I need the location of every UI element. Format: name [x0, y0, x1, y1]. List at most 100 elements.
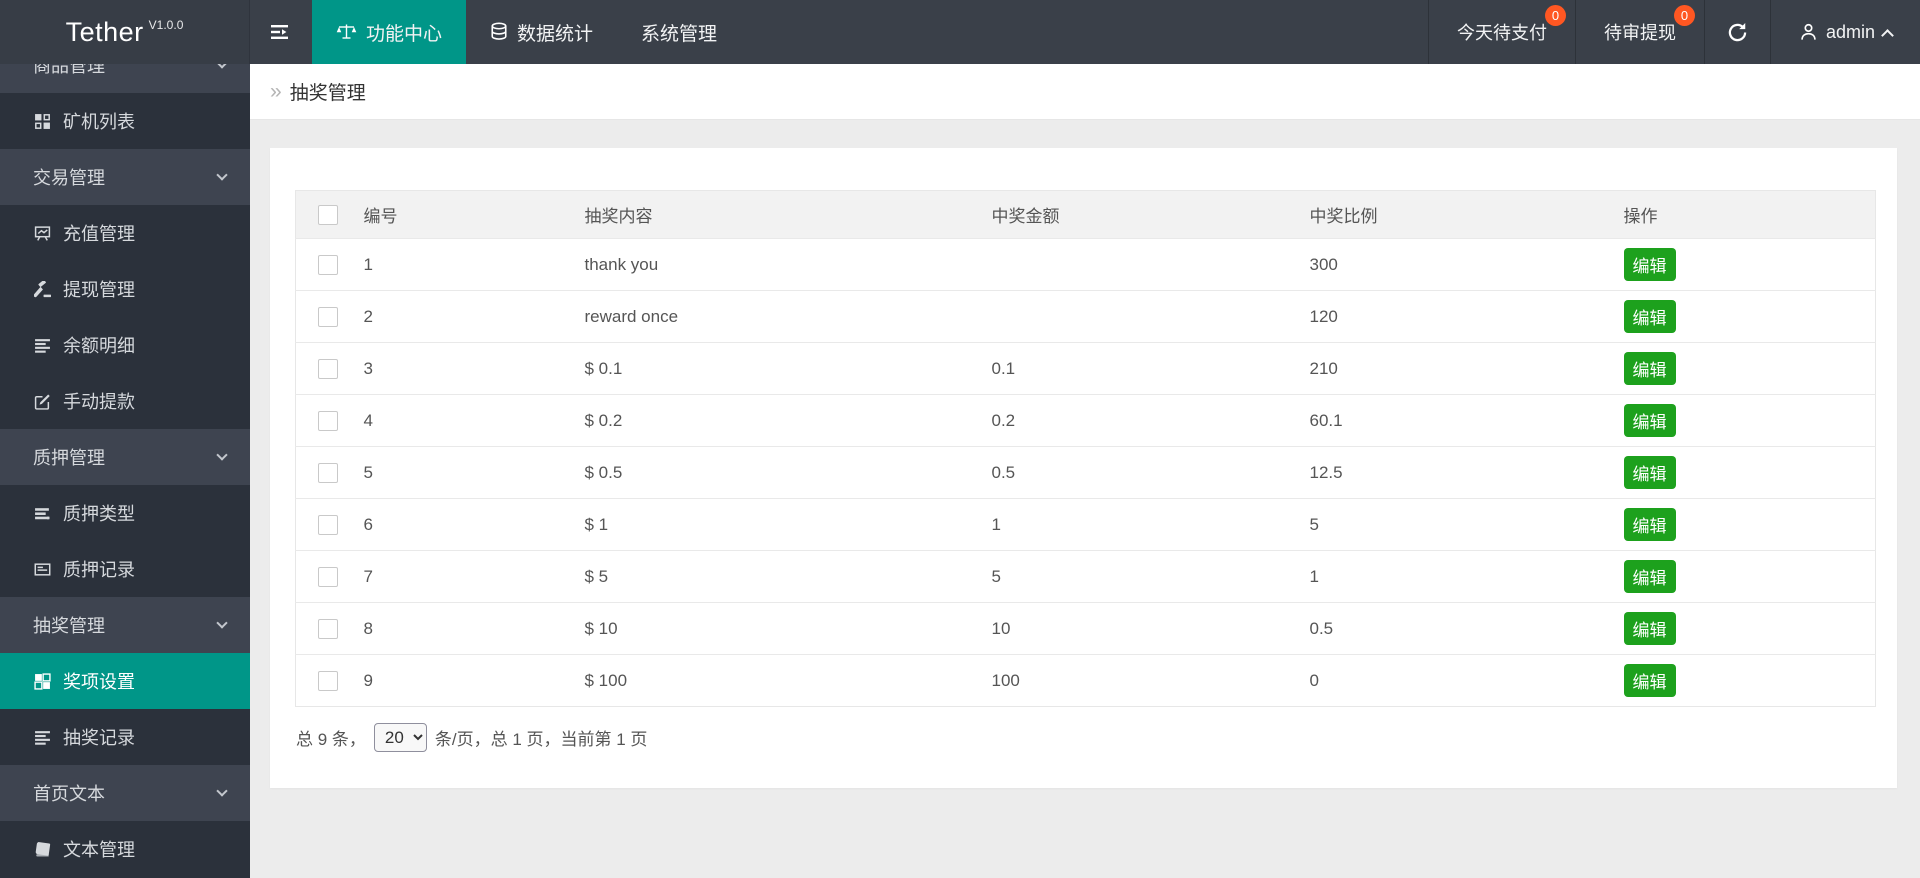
tab-data-statistics[interactable]: 数据统计: [466, 0, 617, 64]
cell-content: $ 0.5: [584, 462, 623, 482]
tab-label: 数据统计: [517, 23, 594, 45]
app-logo: Tether V1.0.0: [0, 0, 250, 64]
sidebar-item-pledge-type[interactable]: 质押类型: [0, 485, 250, 541]
sidebar-item-label: 奖项设置: [63, 672, 135, 692]
edit-button[interactable]: 编辑: [1623, 248, 1676, 281]
user-menu[interactable]: admin: [1769, 0, 1920, 64]
sidebar-item-recharge[interactable]: 充值管理: [0, 205, 250, 261]
edit-button[interactable]: 编辑: [1623, 300, 1676, 333]
sidebar-group-lottery[interactable]: 抽奖管理: [0, 597, 250, 653]
select-all-checkbox[interactable]: [318, 204, 338, 225]
sidebar-item-label: 首页文本: [33, 784, 105, 804]
edit-button[interactable]: 编辑: [1623, 664, 1676, 697]
column-header-ratio: 中奖比例: [1309, 207, 1378, 226]
cell-content: thank you: [584, 254, 659, 274]
page-title: 抽奖管理: [289, 83, 366, 104]
row-checkbox[interactable]: [318, 410, 338, 431]
sidebar-item-label: 抽奖记录: [63, 728, 135, 748]
edit-button[interactable]: 编辑: [1623, 508, 1676, 541]
sidebar-item-pledge-record[interactable]: 质押记录: [0, 541, 250, 597]
cell-ratio: 210: [1309, 358, 1338, 378]
breadcrumb: » 抽奖管理: [250, 64, 1920, 120]
row-checkbox[interactable]: [318, 306, 338, 327]
table-row: 1 thank you 300 编辑: [295, 238, 1876, 291]
cell-id: 5: [363, 462, 373, 482]
sidebar-item-label: 质押类型: [63, 504, 135, 524]
edit-button[interactable]: 编辑: [1623, 612, 1676, 645]
edit-button[interactable]: 编辑: [1623, 352, 1676, 385]
table-row: 5 $ 0.5 0.5 12.5 编辑: [295, 446, 1876, 499]
row-checkbox[interactable]: [318, 462, 338, 483]
cell-content: $ 0.2: [584, 410, 623, 430]
main-content: » 抽奖管理 编号 抽奖内容 中奖金额 中奖比例 操作 1 thank you …: [250, 64, 1920, 878]
per-page-select[interactable]: 20: [373, 723, 427, 752]
tab-function-center[interactable]: 功能中心: [312, 0, 467, 64]
sidebar-item-balance-detail[interactable]: 余额明细: [0, 317, 250, 373]
table-row: 2 reward once 120 编辑: [295, 290, 1876, 343]
today-pending-pay-label: 今天待支付: [1456, 23, 1547, 43]
edit-button[interactable]: 编辑: [1623, 456, 1676, 489]
table-row: 8 $ 10 10 0.5 编辑: [295, 602, 1876, 655]
sidebar-item-label: 手动提款: [63, 392, 135, 412]
cell-amount: 10: [991, 618, 1011, 638]
chevron-down-icon: [216, 449, 228, 461]
row-checkbox[interactable]: [318, 514, 338, 535]
cell-content: reward once: [584, 306, 679, 326]
row-checkbox[interactable]: [318, 254, 338, 275]
cell-ratio: 0: [1309, 670, 1319, 690]
edit-button[interactable]: 编辑: [1623, 404, 1676, 437]
cell-id: 6: [363, 514, 373, 534]
sidebar-group-products[interactable]: 商品管理: [0, 64, 250, 93]
sidebar-item-label: 余额明细: [63, 336, 135, 356]
chevron-down-icon: [216, 169, 228, 181]
cell-ratio: 5: [1309, 514, 1319, 534]
row-checkbox[interactable]: [318, 358, 338, 379]
sidebar-item-text-management[interactable]: 文本管理: [0, 821, 250, 877]
row-checkbox[interactable]: [318, 566, 338, 587]
database-icon: [491, 22, 507, 40]
cell-id: 7: [363, 566, 373, 586]
table-row: 6 $ 1 1 5 编辑: [295, 498, 1876, 551]
pending-withdraw-review-button[interactable]: 待审提现 0: [1574, 0, 1704, 64]
sidebar-group-trade[interactable]: 交易管理: [0, 149, 250, 205]
sidebar-item-label: 矿机列表: [63, 112, 135, 132]
top-navbar: Tether V1.0.0 功能中心 数据统计 系统管理 今天待支付 0 待审提…: [0, 0, 1920, 64]
edit-icon: [33, 393, 52, 410]
row-checkbox[interactable]: [318, 618, 338, 639]
table-row: 3 $ 0.1 0.1 210 编辑: [295, 342, 1876, 395]
cell-amount: 0.5: [991, 462, 1016, 482]
sidebar-item-withdraw[interactable]: 提现管理: [0, 261, 250, 317]
row-checkbox[interactable]: [318, 670, 338, 691]
edit-button[interactable]: 编辑: [1623, 560, 1676, 593]
chevron-down-icon: [216, 64, 228, 69]
book-icon: [33, 841, 52, 858]
bars-icon: [33, 505, 52, 522]
sidebar-item-miner-list[interactable]: 矿机列表: [0, 93, 250, 149]
username: admin: [1825, 21, 1875, 42]
sidebar-group-home-text[interactable]: 首页文本: [0, 765, 250, 821]
sidebar-item-label: 抽奖管理: [33, 616, 105, 636]
tab-system-management[interactable]: 系统管理: [617, 0, 741, 64]
cell-amount: 5: [991, 566, 1001, 586]
cell-amount: 100: [991, 670, 1020, 690]
cell-ratio: 120: [1309, 306, 1338, 326]
cell-id: 8: [363, 618, 373, 638]
cell-amount: 1: [991, 514, 1001, 534]
sidebar-item-label: 充值管理: [63, 224, 135, 244]
sidebar-item-label: 质押管理: [33, 448, 105, 468]
cell-id: 1: [363, 254, 373, 274]
sidebar-group-pledge[interactable]: 质押管理: [0, 429, 250, 485]
sidebar-item-prize-settings[interactable]: 奖项设置: [0, 653, 250, 709]
refresh-button[interactable]: [1703, 0, 1770, 64]
pending-withdraw-review-badge: 0: [1673, 5, 1695, 26]
sidebar-toggle-button[interactable]: [250, 0, 312, 64]
today-pending-pay-button[interactable]: 今天待支付 0: [1427, 0, 1575, 64]
card-icon: [33, 561, 52, 578]
tab-label: 系统管理: [641, 23, 718, 45]
prize-table: 编号 抽奖内容 中奖金额 中奖比例 操作 1 thank you 300 编辑: [295, 190, 1876, 707]
lines-icon: [33, 729, 52, 746]
sidebar-item-manual-withdraw[interactable]: 手动提款: [0, 373, 250, 429]
sidebar-item-lottery-record[interactable]: 抽奖记录: [0, 709, 250, 765]
scales-icon: [336, 24, 357, 39]
chevron-down-icon: [216, 617, 228, 629]
